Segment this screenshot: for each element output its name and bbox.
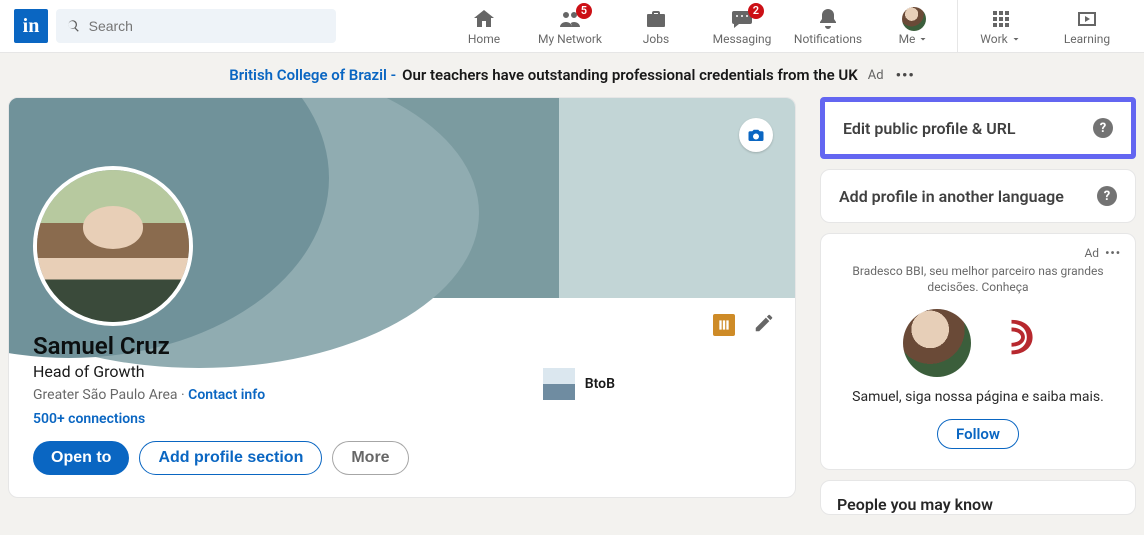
nav-network-label: My Network — [538, 32, 602, 46]
search-input[interactable] — [89, 18, 326, 34]
company-logo-icon — [543, 368, 575, 400]
ad-brand-logo — [993, 309, 1053, 369]
profile-actions: Open to Add profile section More — [33, 441, 771, 475]
edit-profile-button[interactable] — [753, 312, 775, 338]
nav-learning-label: Learning — [1064, 32, 1110, 46]
people-title: People you may know — [837, 495, 993, 514]
right-sidebar: Edit public profile & URL ? Add profile … — [820, 97, 1136, 515]
nav-home[interactable]: Home — [441, 0, 527, 52]
nav-jobs[interactable]: Jobs — [613, 0, 699, 52]
ad-avatar-icon — [903, 309, 971, 377]
home-icon — [472, 7, 496, 31]
add-language-label: Add profile in another language — [839, 187, 1064, 206]
add-language-card[interactable]: Add profile in another language ? — [820, 169, 1136, 223]
sidebar-ad-message: Samuel, siga nossa página e saiba mais. — [835, 389, 1121, 405]
profile-headline: Head of Growth — [33, 362, 771, 381]
nav-network[interactable]: 5 My Network — [527, 0, 613, 52]
banner-link[interactable]: British College of Brazil - — [229, 66, 396, 84]
add-section-button[interactable]: Add profile section — [139, 441, 322, 475]
help-icon[interactable]: ? — [1093, 118, 1113, 138]
nav-jobs-label: Jobs — [643, 32, 669, 46]
ad-menu-icon[interactable]: ••• — [1105, 246, 1121, 260]
follow-button[interactable]: Follow — [937, 419, 1019, 449]
profile-card: BtoB Samuel Cruz Head of Growth Greater … — [8, 97, 796, 498]
cover-photo — [9, 98, 795, 298]
camera-icon — [747, 126, 765, 144]
bell-icon — [816, 7, 840, 31]
edit-public-profile-label: Edit public profile & URL — [843, 119, 1016, 138]
nav-messaging[interactable]: 2 Messaging — [699, 0, 785, 52]
avatar-icon — [902, 7, 926, 31]
brand-icon — [1000, 316, 1046, 362]
open-to-button[interactable]: Open to — [33, 441, 129, 475]
nav-work-label: Work — [980, 32, 1021, 46]
nav-notifications[interactable]: Notifications — [785, 0, 871, 52]
nav-home-label: Home — [468, 32, 500, 46]
connections-link[interactable]: 500+ connections — [33, 411, 771, 427]
nav-me[interactable]: Me — [871, 0, 957, 52]
profile-photo[interactable] — [33, 166, 193, 326]
promoted-banner: British College of Brazil - Our teachers… — [0, 53, 1144, 97]
edit-cover-button[interactable] — [739, 118, 773, 152]
nav-learning[interactable]: Learning — [1044, 0, 1130, 52]
nav-messaging-label: Messaging — [713, 32, 772, 46]
briefcase-icon — [644, 7, 668, 31]
profile-location: Greater São Paulo Area — [33, 387, 178, 403]
banner-ad-label: Ad — [868, 68, 884, 83]
edit-public-profile-card[interactable]: Edit public profile & URL ? — [820, 97, 1136, 159]
learning-icon — [1075, 7, 1099, 31]
caret-down-icon — [917, 33, 929, 45]
search-icon — [66, 18, 81, 34]
linkedin-logo[interactable]: in — [14, 9, 48, 43]
help-icon[interactable]: ? — [1097, 186, 1117, 206]
network-badge: 5 — [576, 3, 592, 19]
sidebar-ad-desc: Bradesco BBI, seu melhor parceiro nas gr… — [835, 264, 1121, 295]
more-button[interactable]: More — [332, 441, 408, 475]
profile-name: Samuel Cruz — [33, 332, 771, 360]
premium-badge-icon[interactable] — [713, 314, 735, 336]
messaging-badge: 2 — [748, 3, 764, 19]
grid-icon — [989, 7, 1013, 31]
current-company[interactable]: BtoB — [543, 368, 615, 400]
sidebar-ad-card: Ad ••• Bradesco BBI, seu melhor parceiro… — [820, 233, 1136, 470]
nav-items: Home 5 My Network Jobs 2 Messaging Notif… — [441, 0, 1130, 52]
company-name: BtoB — [585, 376, 615, 392]
nav-me-label: Me — [899, 32, 930, 46]
caret-down-icon — [1010, 33, 1022, 45]
nav-work[interactable]: Work — [958, 0, 1044, 52]
contact-info-link[interactable]: Contact info — [188, 387, 265, 403]
top-nav: in Home 5 My Network Jobs 2 Messaging — [0, 0, 1144, 53]
pencil-icon — [753, 312, 775, 334]
banner-menu-icon[interactable]: ••• — [896, 66, 915, 84]
banner-text: Our teachers have outstanding profession… — [402, 66, 858, 84]
nav-notifications-label: Notifications — [794, 32, 862, 46]
search-box[interactable] — [56, 9, 336, 43]
profile-location-row: Greater São Paulo Area · Contact info — [33, 387, 771, 403]
sidebar-ad-label: Ad — [1084, 246, 1099, 260]
people-you-may-know-card: People you may know — [820, 480, 1136, 515]
